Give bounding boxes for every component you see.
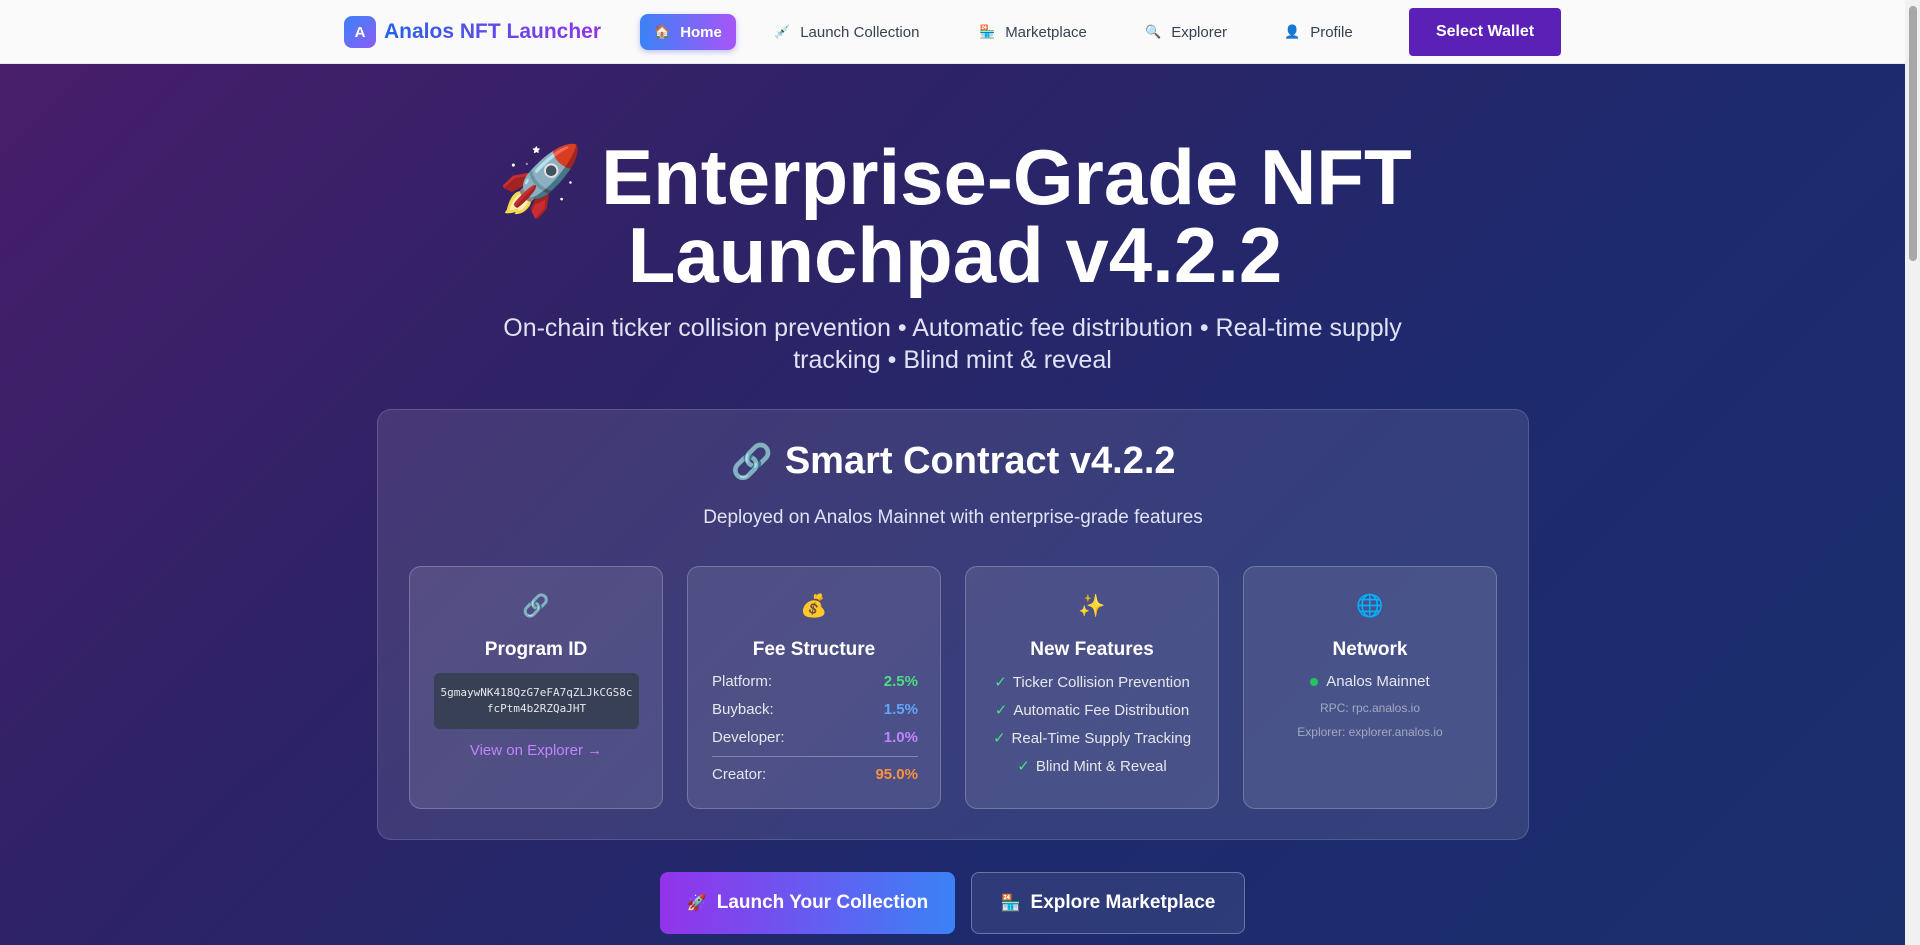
sparkles-icon: ✨ — [1078, 593, 1106, 618]
store-icon: 🏪 — [979, 24, 996, 39]
fee-row-platform: Platform: 2.5% — [712, 673, 918, 690]
select-wallet-button[interactable]: Select Wallet — [1409, 8, 1561, 56]
network-explorer: Explorer: explorer.analos.io — [1297, 725, 1443, 739]
fee-structure-card: 💰 Fee Structure Platform: 2.5% Buyback: … — [687, 566, 941, 809]
status-dot-icon — [1310, 678, 1319, 687]
card-title: New Features — [1030, 639, 1154, 660]
new-features-card: ✨ New Features ✓ Ticker Collision Prevent… — [965, 566, 1219, 809]
contract-title-text: Smart Contract v4.2.2 — [784, 440, 1176, 482]
fee-row-buyback: Buyback: 1.5% — [712, 701, 918, 718]
view-on-explorer-link[interactable]: View on Explorer → — [410, 742, 662, 759]
network-rpc: RPC: rpc.analos.io — [1319, 701, 1421, 715]
nav-item-label: Home — [680, 23, 722, 41]
network-card: 🌐 Network Analos Mainnet RPC: rpc.analos… — [1243, 566, 1497, 809]
fee-row-developer: Developer: 1.0% — [712, 729, 918, 746]
fee-label: Buyback: — [712, 701, 774, 718]
globe-icon: 🌐 — [1356, 593, 1384, 618]
card-title: Fee Structure — [752, 639, 876, 660]
feature-label: Automatic Fee Distribution — [1013, 702, 1190, 719]
rocket-icon: 🚀 — [686, 895, 707, 912]
fee-divider — [712, 756, 918, 757]
checkmark-icon: ✓ — [1017, 758, 1030, 775]
hero-title: 🚀 Enterprise-Grade NFT Launchpad v4.2.2 — [460, 138, 1450, 294]
brand-name: Analos NFT Launcher — [384, 20, 602, 43]
link-icon: 🔗 — [522, 593, 550, 618]
card-title: Program ID — [484, 639, 588, 660]
rocket-icon: 🚀 — [498, 143, 584, 219]
link-icon: 🔗 — [730, 443, 773, 481]
scrollbar-thumb[interactable] — [1909, 6, 1917, 261]
launch-collection-button[interactable]: 🚀 Launch Your Collection — [660, 872, 955, 934]
button-label: Explore Marketplace — [1030, 892, 1216, 913]
button-label: Launch Your Collection — [716, 892, 929, 913]
contract-subtitle: Deployed on Analos Mainnet with enterpri… — [703, 507, 1203, 528]
checkmark-icon: ✓ — [994, 702, 1008, 719]
feature-label: Blind Mint & Reveal — [1035, 758, 1167, 775]
nav-item-profile[interactable]: 👤 Profile — [1270, 14, 1367, 50]
checkmark-icon: ✓ — [992, 730, 1006, 747]
nav-item-explorer[interactable]: 🔍 Explorer — [1131, 14, 1241, 50]
feature-label: Real-Time Supply Tracking — [1011, 730, 1192, 747]
nav-item-label: Explorer — [1171, 23, 1228, 41]
money-bag-icon: 💰 — [800, 593, 828, 618]
fee-row-creator: Creator: 95.0% — [712, 766, 918, 783]
fee-label: Developer: — [712, 729, 785, 746]
network-name: Analos Mainnet — [1326, 673, 1430, 690]
fee-value: 1.0% — [883, 729, 918, 746]
explore-marketplace-button[interactable]: 🏪 Explore Marketplace — [971, 872, 1245, 934]
store-icon: 🏪 — [1000, 895, 1021, 912]
brand-logo-icon: A — [344, 16, 376, 48]
feature-item: ✓ Real-Time Supply Tracking — [966, 729, 1218, 747]
hero-title-text: Enterprise-Grade NFT Launchpad v4.2.2 — [601, 133, 1412, 299]
feature-item: ✓ Blind Mint & Reveal — [966, 757, 1218, 775]
house-icon: 🏠 — [654, 24, 671, 39]
user-icon: 👤 — [1284, 24, 1301, 39]
fee-label: Creator: — [712, 766, 767, 783]
nav-item-label: Marketplace — [1005, 23, 1087, 41]
nav-item-label: Profile — [1310, 23, 1353, 41]
fee-value: 2.5% — [883, 673, 918, 690]
smart-contract-panel: 🔗 Smart Contract v4.2.2 Deployed on Analo… — [377, 409, 1529, 840]
feature-item: ✓ Automatic Fee Distribution — [966, 701, 1218, 719]
nav-item-home[interactable]: 🏠 Home — [640, 14, 736, 50]
nav-item-marketplace[interactable]: 🏪 Marketplace — [965, 14, 1101, 50]
fee-label: Platform: — [712, 673, 773, 690]
fee-value: 1.5% — [883, 701, 918, 718]
magnifier-icon: 🔍 — [1145, 24, 1162, 39]
checkmark-icon: ✓ — [994, 674, 1007, 691]
program-id-card: 🔗 Program ID 5gmaywNK418QzG7eFA7qZLJkCGS… — [409, 566, 663, 809]
contract-title: 🔗 Smart Contract v4.2.2 — [378, 440, 1528, 483]
top-navbar: A Analos NFT Launcher 🏠 Home 💉 Launch Co… — [0, 0, 1905, 64]
hero-subtitle: On-chain ticker collision prevention • A… — [503, 314, 1402, 374]
card-title: Network — [1332, 639, 1408, 660]
network-status: Analos Mainnet — [1244, 673, 1496, 690]
page-scrollbar[interactable] — [1905, 0, 1920, 945]
feature-item: ✓ Ticker Collision Prevention — [966, 673, 1218, 691]
nav-item-launch-collection[interactable]: 💉 Launch Collection — [760, 14, 933, 50]
program-id-value[interactable]: 5gmaywNK418QzG7eFA7qZLJkCGS8cfcPtm4b2RZQ… — [434, 673, 639, 729]
brand[interactable]: A Analos NFT Launcher — [344, 16, 601, 48]
feature-label: Ticker Collision Prevention — [1012, 674, 1190, 691]
nav-item-label: Launch Collection — [800, 23, 920, 41]
fee-value: 95.0% — [875, 766, 918, 783]
syringe-icon: 💉 — [774, 24, 791, 39]
